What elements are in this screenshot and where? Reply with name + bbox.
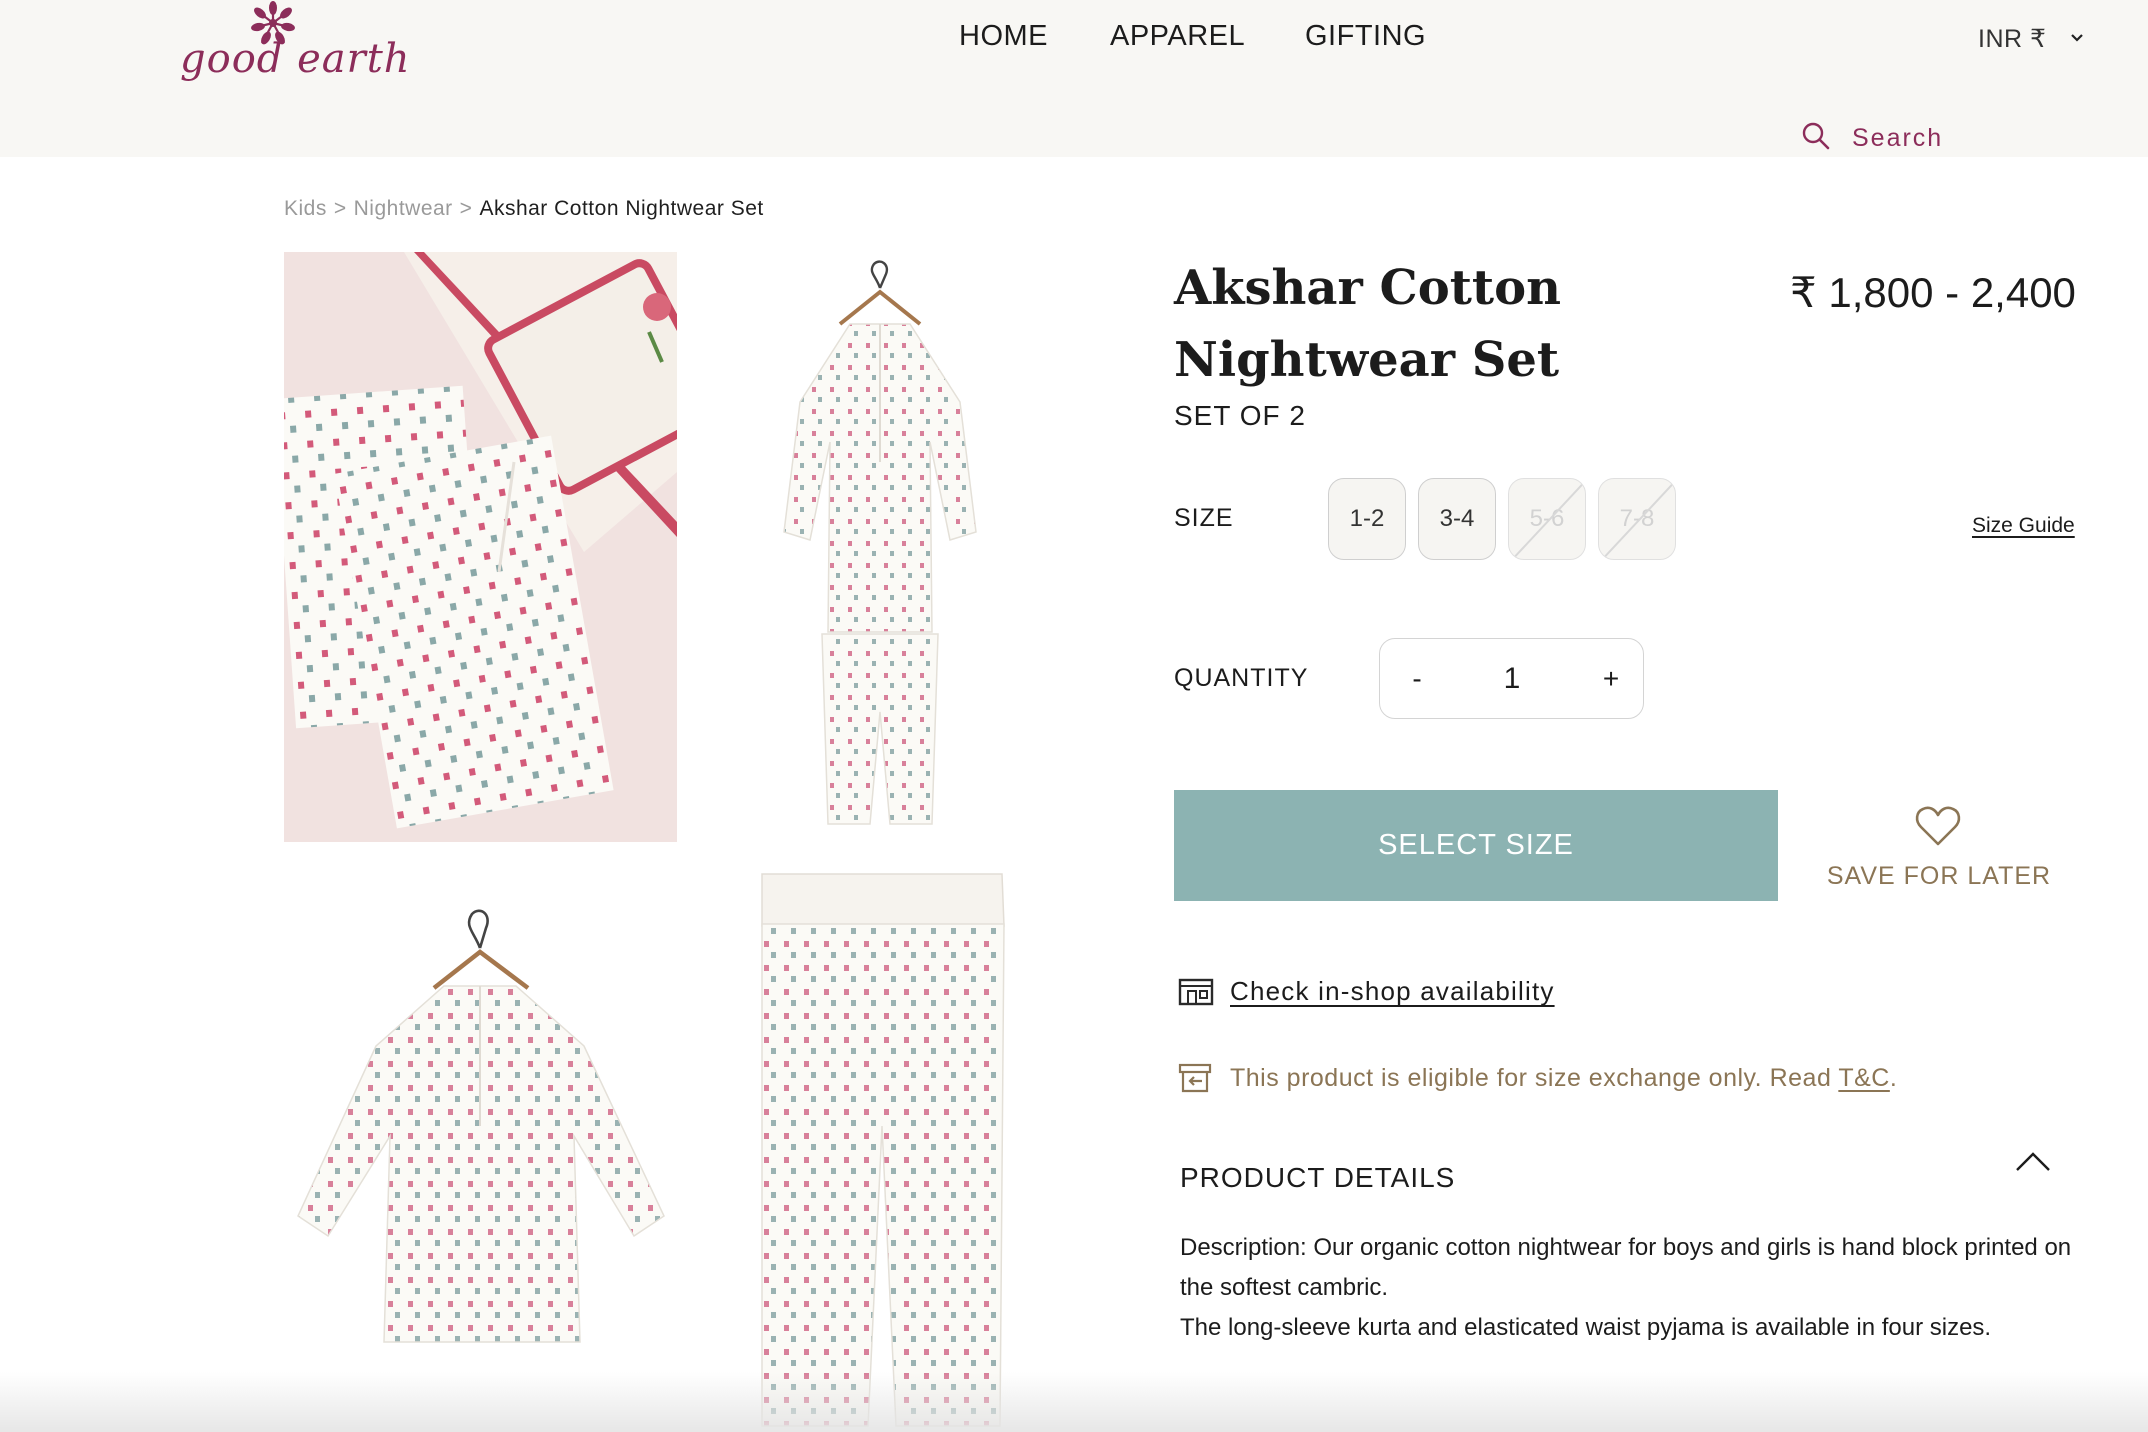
pyjama-photo <box>761 873 1005 1427</box>
nav-apparel[interactable]: APPAREL <box>1110 20 1245 53</box>
product-price: ₹ 1,800 - 2,400 <box>1790 269 2076 316</box>
currency-selector[interactable]: INR ₹ <box>1978 24 2046 54</box>
logo-text: good earth <box>180 36 411 82</box>
description-paragraph-2: The long-sleeve kurta and elasticated wa… <box>1180 1314 1992 1341</box>
size-option-5-6: 5-6 <box>1508 478 1586 560</box>
nav-gifting[interactable]: GIFTING <box>1305 20 1426 53</box>
product-image-set[interactable] <box>700 252 1060 842</box>
quantity-increase-button[interactable]: + <box>1596 659 1626 699</box>
product-title: Akshar Cotton Nightwear Set <box>1174 260 1561 388</box>
chevron-down-icon[interactable] <box>2068 28 2086 46</box>
quantity-value[interactable]: 1 <box>1492 657 1532 701</box>
breadcrumb-nightwear[interactable]: Nightwear <box>354 197 453 220</box>
exchange-message: This product is eligible for size exchan… <box>1230 1064 1839 1092</box>
set-of-label: SET OF 2 <box>1174 400 1306 431</box>
exchange-box-icon <box>1178 1063 1212 1093</box>
kurta-pyjama-set-photo <box>783 260 977 825</box>
nav-home[interactable]: HOME <box>959 20 1048 53</box>
description-paragraph-1: Description: Our organic cotton nightwea… <box>1180 1234 2072 1301</box>
heart-icon <box>1915 806 1961 846</box>
quantity-label: QUANTITY <box>1174 664 1309 692</box>
site-header: good earth HOME APPAREL GIFTING INR ₹ Se… <box>0 0 2148 157</box>
quantity-decrease-button[interactable]: - <box>1402 659 1432 699</box>
save-for-later-button[interactable]: SAVE FOR LATER <box>1826 800 2052 900</box>
kurta-photo <box>297 909 665 1343</box>
size-label: SIZE <box>1174 504 1234 532</box>
size-option-3-4[interactable]: 3-4 <box>1418 478 1496 560</box>
quantity-stepper: - 1 + <box>1379 638 1644 719</box>
lifestyle-photo <box>284 252 677 842</box>
good-earth-logo[interactable]: good earth <box>180 0 410 90</box>
product-description: Description: Our organic cotton nightwea… <box>1180 1228 2080 1348</box>
breadcrumb-kids[interactable]: Kids <box>284 197 327 220</box>
size-option-7-8: 7-8 <box>1598 478 1676 560</box>
breadcrumb-current: Akshar Cotton Nightwear Set <box>479 197 764 220</box>
terms-link[interactable]: T&C <box>1838 1064 1890 1092</box>
product-image-lifestyle[interactable] <box>284 252 677 842</box>
size-option-1-2[interactable]: 1-2 <box>1328 478 1406 560</box>
breadcrumb-separator: > <box>333 197 347 220</box>
breadcrumb-separator: > <box>459 197 473 220</box>
product-image-pyjama[interactable] <box>700 866 1060 1432</box>
exchange-period: . <box>1889 1064 1898 1092</box>
exchange-text: This product is eligible for size exchan… <box>1230 1064 1897 1093</box>
size-guide-link[interactable]: Size Guide <box>1972 514 2075 538</box>
check-in-shop-availability-link[interactable]: Check in-shop availability <box>1230 976 1555 1007</box>
store-icon <box>1178 978 1214 1006</box>
chevron-up-icon[interactable] <box>2014 1150 2052 1174</box>
select-size-button[interactable]: SELECT SIZE <box>1174 790 1778 901</box>
product-details-heading[interactable]: PRODUCT DETAILS <box>1180 1162 1455 1194</box>
search-icon <box>1802 122 1830 150</box>
search-label: Search <box>1852 124 1944 152</box>
breadcrumb: Kids > Nightwear > Akshar Cotton Nightwear S… <box>284 197 764 221</box>
product-image-kurta[interactable] <box>284 866 677 1432</box>
save-for-later-label: SAVE FOR LATER <box>1826 862 2052 890</box>
